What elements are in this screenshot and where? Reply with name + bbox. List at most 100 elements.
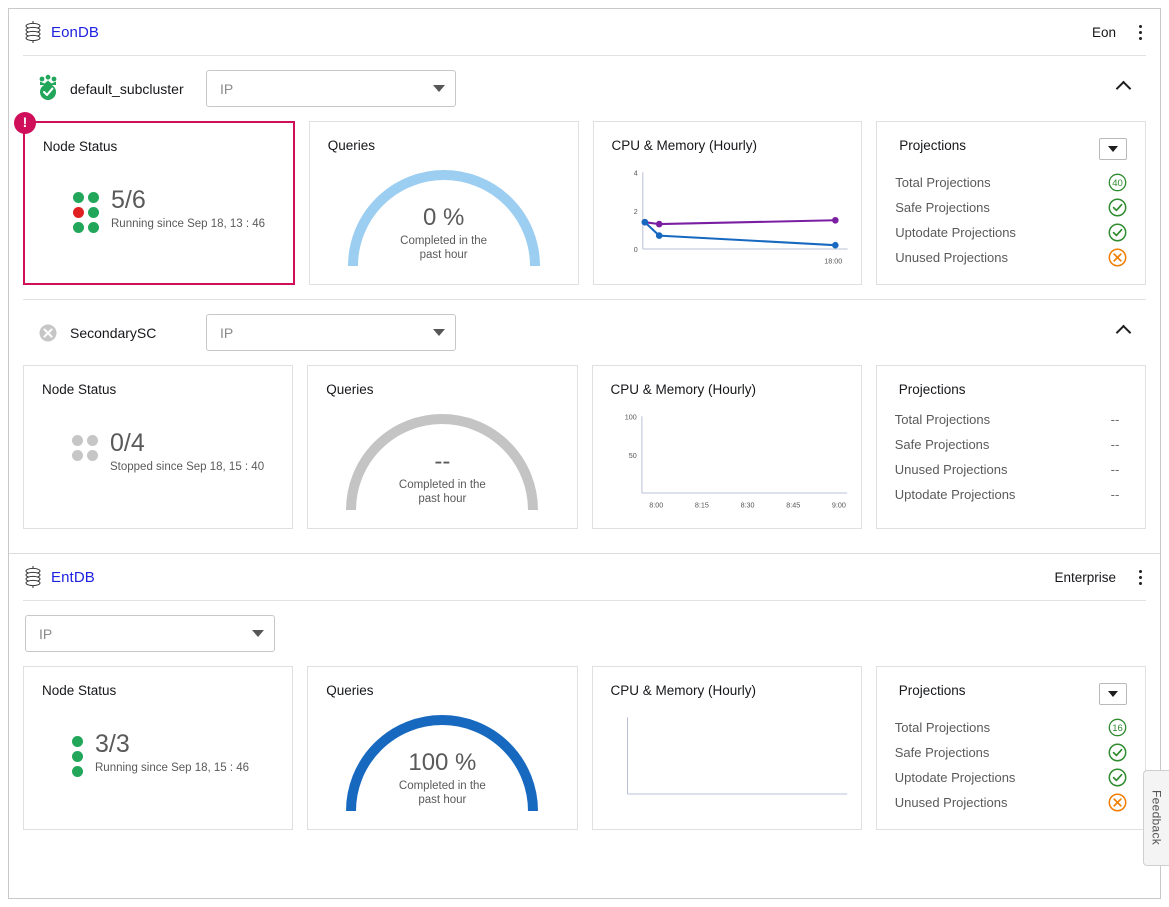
node-status-card: Node Status0/4Stopped since Sep 18, 15 :… bbox=[23, 365, 293, 529]
database-name-link[interactable]: EonDB bbox=[51, 24, 99, 41]
projections-dropdown-button[interactable] bbox=[1099, 138, 1127, 160]
node-status-text: 3/3Running since Sep 18, 15 : 46 bbox=[95, 732, 249, 774]
node-dot bbox=[72, 435, 83, 446]
projection-label: Uptodate Projections bbox=[895, 225, 1108, 240]
node-dot bbox=[73, 222, 84, 233]
ip-select-value: IP bbox=[39, 626, 252, 642]
card-title: Projections bbox=[895, 138, 1099, 153]
database-header: EntDBEnterprise bbox=[9, 554, 1160, 600]
projections-card: ProjectionsTotal Projections16Safe Proje… bbox=[876, 666, 1146, 830]
node-dot bbox=[72, 736, 83, 747]
gauge-center-label: 100 % Completed in thepast hour bbox=[342, 751, 542, 808]
projection-row: Unused Projections-- bbox=[895, 457, 1127, 482]
cpu-memory-card: CPU & Memory (Hourly)100508:008:158:308:… bbox=[592, 365, 862, 529]
projection-label: Safe Projections bbox=[895, 200, 1108, 215]
node-status-body: 3/3Running since Sep 18, 15 : 46 bbox=[42, 732, 274, 777]
database-list: EonDBEondefault_subclusterIP!Node Status… bbox=[9, 9, 1160, 854]
status-ok-icon bbox=[1108, 198, 1127, 217]
chevron-up-icon bbox=[1115, 325, 1131, 341]
node-dot bbox=[72, 751, 83, 762]
database-panel: EonDBEondefault_subclusterIP!Node Status… bbox=[9, 9, 1160, 553]
svg-text:4: 4 bbox=[633, 168, 637, 177]
gauge-arc: --Completed in thepast hour bbox=[342, 410, 542, 514]
subcluster-header: IP bbox=[23, 601, 1146, 662]
kebab-menu-icon[interactable] bbox=[1130, 20, 1150, 44]
svg-text:8:30: 8:30 bbox=[740, 501, 754, 510]
node-dot bbox=[88, 207, 99, 218]
gauge-subtitle: Completed in the bbox=[342, 779, 542, 793]
card-title: CPU & Memory (Hourly) bbox=[611, 382, 843, 397]
node-dot bbox=[88, 192, 99, 203]
kebab-menu-icon[interactable] bbox=[1130, 565, 1150, 589]
projection-label: Unused Projections bbox=[895, 795, 1108, 810]
projections-list: Total Projections40 Safe Projections Uptod… bbox=[895, 170, 1127, 270]
node-status-text: 5/6Running since Sep 18, 13 : 46 bbox=[111, 188, 265, 230]
gauge-percent: 100 % bbox=[342, 751, 542, 775]
queries-gauge: --Completed in thepast hour bbox=[308, 410, 576, 528]
node-dot bbox=[87, 450, 98, 461]
projections-card: ProjectionsTotal Projections--Safe Proje… bbox=[876, 365, 1146, 529]
database-panel: EntDBEnterprise IP Node Status 3/3Running s… bbox=[9, 553, 1160, 854]
ip-select[interactable]: IP bbox=[206, 70, 456, 107]
projection-value: -- bbox=[1103, 487, 1127, 502]
card-title: Queries bbox=[328, 138, 560, 153]
feedback-tab[interactable]: Feedback bbox=[1143, 770, 1169, 866]
cpu-memory-chart bbox=[607, 709, 853, 821]
node-dot bbox=[73, 192, 84, 203]
projection-label: Total Projections bbox=[895, 720, 1108, 735]
projection-value: -- bbox=[1103, 412, 1127, 427]
projections-header: Projections bbox=[895, 683, 1127, 705]
projection-row: Uptodate Projections bbox=[895, 220, 1127, 245]
gauge-subtitle-2: past hour bbox=[342, 492, 542, 506]
chevron-up-icon bbox=[1115, 81, 1131, 97]
node-since-text: Stopped since Sep 18, 15 : 40 bbox=[110, 461, 264, 473]
node-dots bbox=[72, 736, 83, 777]
cpu-memory-card: CPU & Memory (Hourly)02418:00 bbox=[593, 121, 863, 285]
card-title: Projections bbox=[895, 382, 1127, 397]
projection-row: Safe Projections-- bbox=[895, 432, 1127, 457]
gauge-arc: 100 % Completed in thepast hour bbox=[342, 711, 542, 815]
gauge-percent: -- bbox=[342, 450, 542, 474]
card-title: Projections bbox=[895, 683, 1099, 698]
collapse-toggle-button[interactable] bbox=[1108, 316, 1138, 346]
gauge-center-label: 0 %Completed in thepast hour bbox=[344, 206, 544, 263]
node-status-text: 0/4Stopped since Sep 18, 15 : 40 bbox=[110, 431, 264, 473]
feedback-tab-label: Feedback bbox=[1150, 790, 1164, 845]
collapse-toggle-button[interactable] bbox=[1108, 72, 1138, 102]
node-dot bbox=[72, 766, 83, 777]
database-name-link[interactable]: EntDB bbox=[51, 569, 95, 586]
gauge-subtitle-2: past hour bbox=[342, 793, 542, 807]
projections-dropdown-button[interactable] bbox=[1099, 683, 1127, 705]
projection-label: Unused Projections bbox=[895, 250, 1108, 265]
card-title: Node Status bbox=[42, 683, 274, 698]
ip-select-value: IP bbox=[220, 81, 433, 97]
cpu-memory-chart: 02418:00 bbox=[608, 164, 854, 276]
projection-value: -- bbox=[1103, 462, 1127, 477]
chevron-down-icon bbox=[433, 329, 445, 336]
dashboard-page: EonDBEondefault_subclusterIP!Node Status… bbox=[8, 8, 1161, 899]
subcluster-header: SecondarySCIP bbox=[23, 300, 1146, 361]
cpu-memory-chart: 100508:008:158:308:459:00 bbox=[607, 408, 853, 520]
projection-row: Total Projections-- bbox=[895, 407, 1127, 432]
svg-text:100: 100 bbox=[624, 412, 636, 421]
subcluster-name: SecondarySC bbox=[70, 325, 206, 341]
ip-select[interactable]: IP bbox=[206, 314, 456, 351]
svg-text:8:00: 8:00 bbox=[649, 501, 663, 510]
projections-header: Projections bbox=[895, 382, 1127, 397]
ip-select[interactable]: IP bbox=[25, 615, 275, 652]
cpu-memory-card: CPU & Memory (Hourly) bbox=[592, 666, 862, 830]
svg-text:50: 50 bbox=[628, 451, 636, 460]
node-count: 3/3 bbox=[95, 732, 249, 757]
projection-value: -- bbox=[1103, 437, 1127, 452]
projection-row: Unused Projections bbox=[895, 245, 1127, 270]
svg-text:18:00: 18:00 bbox=[824, 257, 842, 266]
node-status-card: Node Status 3/3Running since Sep 18, 15 :… bbox=[23, 666, 293, 830]
node-dot bbox=[88, 222, 99, 233]
projection-row: Total Projections40 bbox=[895, 170, 1127, 195]
svg-text:40: 40 bbox=[1112, 178, 1123, 189]
svg-text:16: 16 bbox=[1112, 723, 1123, 734]
projection-label: Total Projections bbox=[895, 412, 1103, 427]
chevron-down-icon bbox=[433, 85, 445, 92]
card-title: Node Status bbox=[43, 139, 275, 154]
status-ok-icon bbox=[1108, 743, 1127, 762]
